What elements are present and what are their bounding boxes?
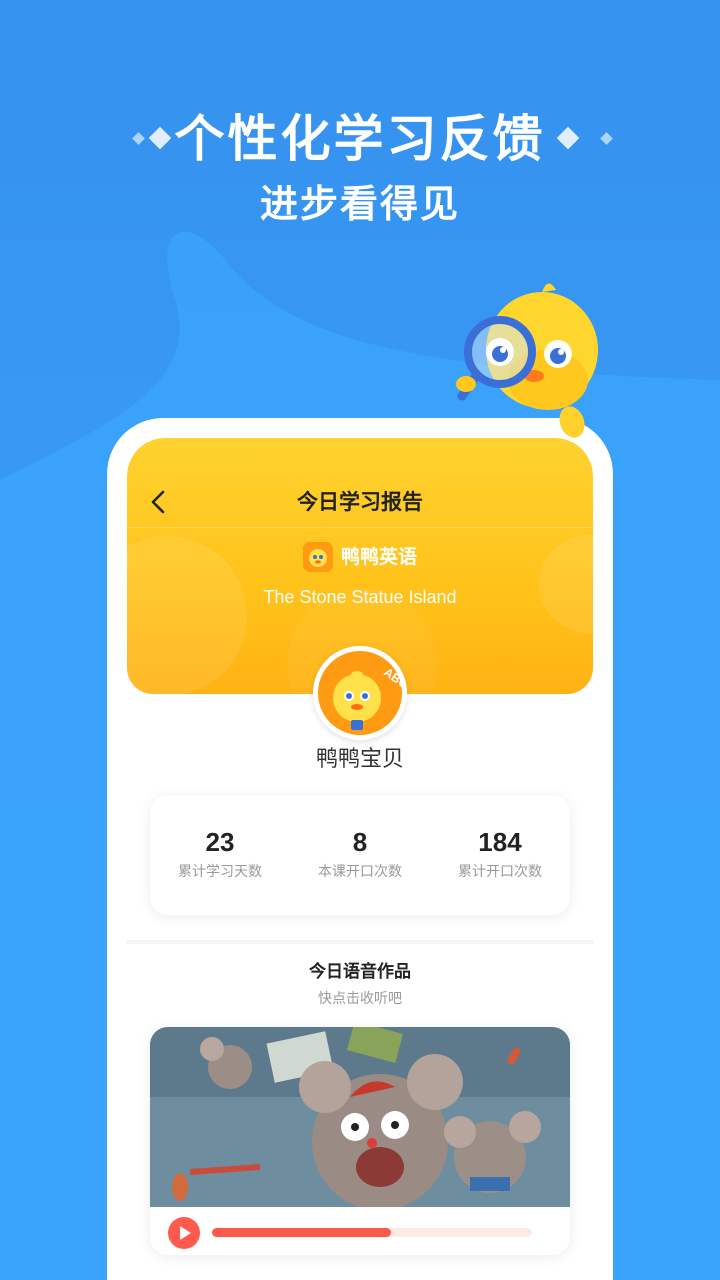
stat-label: 累计学习天数 <box>178 864 262 880</box>
promo-title: 个性化学习反馈 <box>174 110 546 168</box>
brand-name: 鸭鸭英语 <box>340 546 417 568</box>
audio-progress-bar[interactable] <box>212 1228 532 1237</box>
stat-label: 本课开口次数 <box>318 864 402 880</box>
report-screen: 今日学习报告 鸭鸭英语 The Stone Statue Island ABC … <box>127 438 593 1280</box>
voice-section-title: 今日语音作品 <box>309 962 411 982</box>
nav-divider <box>127 527 593 528</box>
stat-value: 184 <box>478 827 522 857</box>
stat-lesson-speaks: 8 本课开口次数 <box>290 795 430 915</box>
lesson-title: The Stone Statue Island <box>263 587 457 607</box>
video-thumbnail[interactable] <box>150 1027 570 1207</box>
section-divider <box>127 940 593 944</box>
page-title: 今日学习报告 <box>297 490 423 514</box>
stat-label: 累计开口次数 <box>458 864 542 880</box>
user-name: 鸭鸭宝贝 <box>315 747 404 772</box>
audio-progress-fill <box>212 1228 392 1237</box>
stats-card: 23 累计学习天数 8 本课开口次数 184 累计开口次数 <box>150 795 570 915</box>
avatar: ABC <box>313 646 407 740</box>
duck-logo-icon <box>302 542 333 572</box>
app-screen: 个性化学习反馈 进步看得见 今日学习报告 鸭鸭英语 The Stone Stat… <box>0 0 720 1280</box>
play-icon[interactable] <box>168 1217 200 1249</box>
stat-value: 23 <box>205 827 235 857</box>
promo-subtitle: 进步看得见 <box>259 182 460 226</box>
duck-magnifier-mascot <box>456 283 598 438</box>
voice-work-card <box>150 1027 570 1255</box>
stat-value: 8 <box>352 827 368 857</box>
brand-row: 鸭鸭英语 <box>127 540 593 574</box>
stat-total-speaks: 184 累计开口次数 <box>430 795 570 915</box>
stat-study-days: 23 累计学习天数 <box>150 795 290 915</box>
voice-section-subtitle: 快点击收听吧 <box>318 991 402 1007</box>
